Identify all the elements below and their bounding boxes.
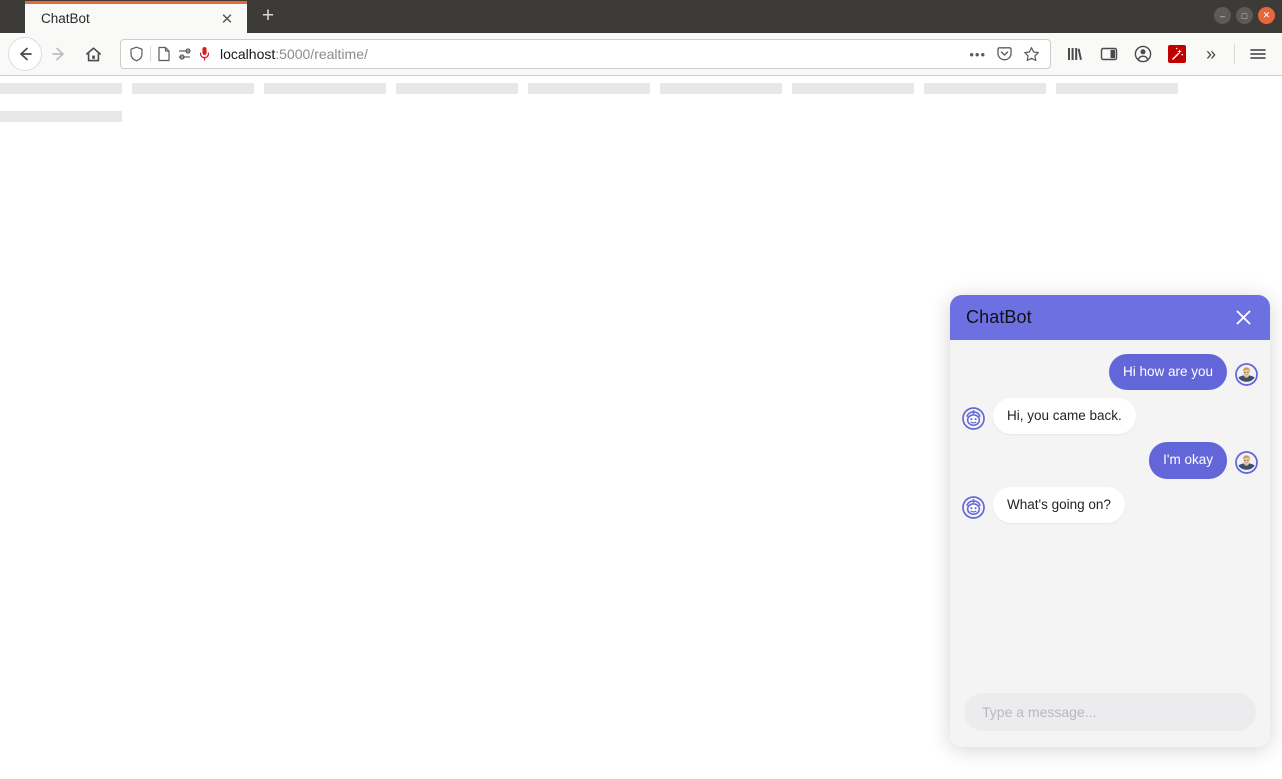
user-avatar-icon [1235, 451, 1258, 474]
skeleton-bar [528, 83, 650, 94]
browser-navbar: localhost:5000/realtime/ ••• » [0, 33, 1282, 76]
toolbar-divider [1234, 44, 1235, 64]
chatbot-message-input[interactable] [964, 693, 1256, 731]
chat-message-bot: Hi, you came back. [962, 398, 1258, 435]
chat-bubble: Hi, you came back. [993, 398, 1136, 435]
site-permissions-icon[interactable] [177, 47, 193, 61]
forward-arrow-icon [42, 37, 76, 71]
hamburger-menu-icon[interactable] [1242, 38, 1274, 70]
chatbot-header: ChatBot [950, 295, 1270, 340]
skeleton-bar [924, 83, 1046, 94]
new-tab-button[interactable]: + [253, 1, 283, 31]
chat-bubble: What's going on? [993, 486, 1125, 523]
skeleton-bar [132, 83, 254, 94]
pocket-save-icon[interactable] [996, 46, 1013, 62]
url-host: localhost [220, 46, 276, 62]
skeleton-bar [0, 111, 122, 122]
skeleton-bar [1056, 83, 1178, 94]
urlbar-divider [150, 46, 151, 62]
home-icon[interactable] [76, 37, 110, 71]
bot-avatar-icon [962, 496, 985, 519]
page-actions-more-icon[interactable]: ••• [969, 47, 986, 62]
url-bar[interactable]: localhost:5000/realtime/ ••• [120, 39, 1051, 69]
chat-message-user: Hi how are you [962, 354, 1258, 391]
chat-message-user: I'm okay [962, 442, 1258, 479]
urlbar-actions: ••• [969, 46, 1042, 62]
user-avatar-icon [1235, 363, 1258, 386]
chat-bubble: I'm okay [1149, 442, 1227, 479]
window-minimize-button[interactable]: – [1214, 7, 1231, 24]
skeleton-bar [396, 83, 518, 94]
toolbar-overflow-icon[interactable]: » [1195, 38, 1227, 70]
tracking-protection-shield-icon[interactable] [129, 46, 144, 62]
star-bookmark-icon[interactable] [1023, 46, 1040, 62]
microphone-icon[interactable] [199, 46, 210, 62]
tab-title: ChatBot [41, 11, 90, 26]
window-close-button[interactable]: ✕ [1258, 7, 1275, 24]
skeleton-placeholder-row-primary [0, 76, 1282, 94]
chatbot-close-icon[interactable] [1230, 305, 1256, 331]
browser-tab-chatbot[interactable]: ChatBot ✕ [25, 1, 247, 33]
chatbot-title: ChatBot [966, 307, 1032, 327]
tab-close-icon[interactable]: ✕ [217, 9, 237, 29]
bot-avatar-icon [962, 407, 985, 430]
browser-toolbar-right: » [1059, 38, 1274, 70]
window-maximize-button[interactable]: □ [1236, 7, 1253, 24]
skeleton-bar [0, 83, 122, 94]
skeleton-bar [792, 83, 914, 94]
chatbot-footer [950, 683, 1270, 747]
browser-titlebar: ChatBot ✕ + – □ ✕ [0, 0, 1282, 33]
chatbot-widget: ChatBot Hi how are you Hi, you came back.… [950, 295, 1270, 747]
skeleton-bar [264, 83, 386, 94]
chatbot-message-list[interactable]: Hi how are you Hi, you came back. I'm okay… [950, 340, 1270, 683]
chat-bubble: Hi how are you [1108, 354, 1227, 391]
window-controls: – □ ✕ [1214, 7, 1275, 24]
url-text[interactable]: localhost:5000/realtime/ [216, 46, 963, 62]
extension-badge [1168, 45, 1186, 63]
library-books-icon[interactable] [1059, 38, 1091, 70]
chat-message-bot: What's going on? [962, 486, 1258, 523]
magic-wand-extension-icon[interactable] [1161, 38, 1193, 70]
sidebar-panel-icon[interactable] [1093, 38, 1125, 70]
skeleton-bar [660, 83, 782, 94]
url-path: :5000/realtime/ [275, 46, 368, 62]
account-circle-icon[interactable] [1127, 38, 1159, 70]
skeleton-placeholder-row-secondary [0, 94, 1282, 122]
page-content: ChatBot Hi how are you Hi, you came back.… [0, 76, 1282, 779]
browser-window: ChatBot ✕ + – □ ✕ localhost:5000/realtim… [0, 0, 1282, 779]
back-arrow-icon[interactable] [8, 37, 42, 71]
page-document-icon[interactable] [157, 46, 171, 62]
